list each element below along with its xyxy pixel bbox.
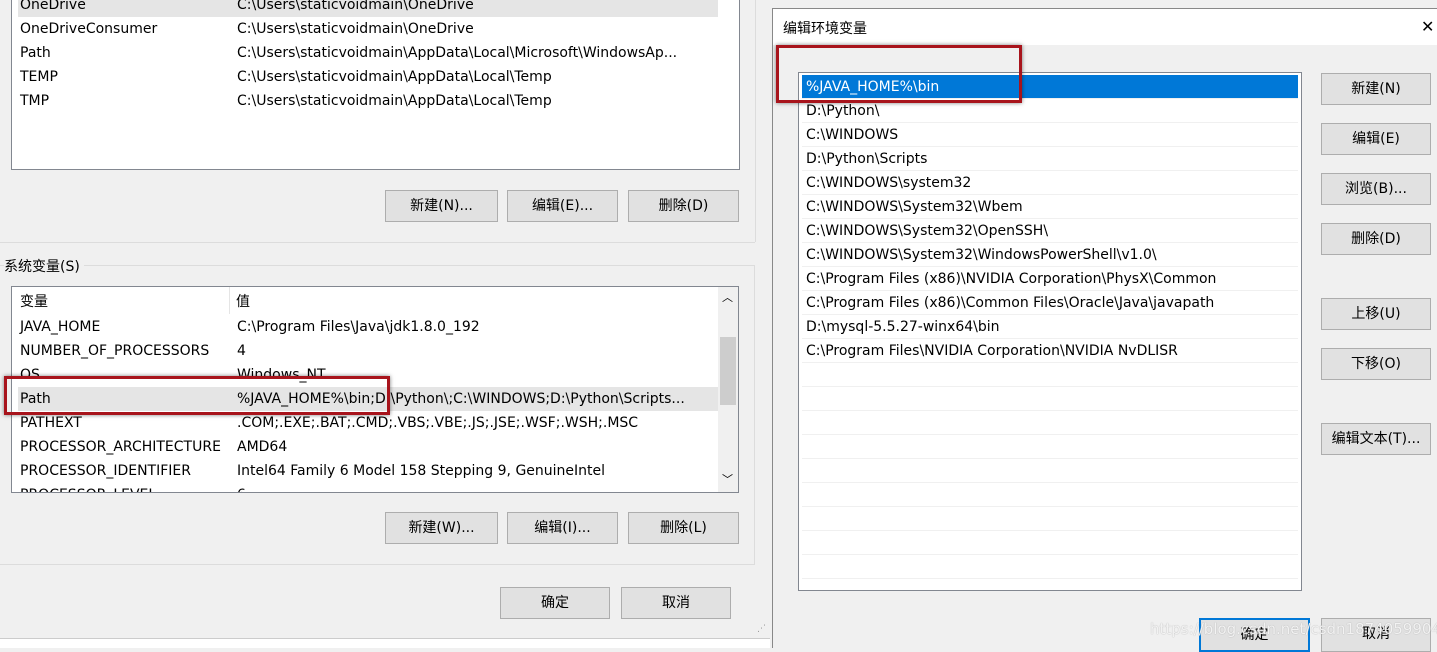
move-up-button[interactable]: 上移(U) [1321,298,1431,330]
var-value: 4 [237,343,246,359]
path-item[interactable]: C:\Program Files (x86)\Common Files\Orac… [802,291,1298,315]
table-row[interactable]: NUMBER_OF_PROCESSORS 4 [18,339,718,363]
empty-row[interactable] [802,411,1298,435]
var-value: C:\Users\staticvoidmain\AppData\Local\Te… [237,93,552,109]
path-item[interactable]: C:\WINDOWS [802,123,1298,147]
path-list[interactable]: %JAVA_HOME%\bin D:\Python\ C:\WINDOWS D:\Py… [798,72,1302,591]
var-name: PROCESSOR_IDENTIFIER [20,463,191,479]
empty-row[interactable] [802,555,1298,579]
user-delete-button[interactable]: 删除(D) [628,190,739,222]
system-edit-button[interactable]: 编辑(I)... [507,512,618,544]
scrollbar[interactable]: ︿ ﹀ [718,287,738,492]
table-row[interactable]: Path C:\Users\staticvoidmain\AppData\Loca… [18,41,718,65]
path-item[interactable]: C:\Program Files\NVIDIA Corporation\NVID… [802,339,1298,363]
var-name: NUMBER_OF_PROCESSORS [20,343,210,359]
groupbox-border [755,0,756,242]
table-row[interactable]: TEMP C:\Users\staticvoidmain\AppData\Loca… [18,65,718,89]
var-name: TMP [20,93,50,109]
var-name: PROCESSOR_LEVEL [20,483,156,492]
var-value: C:\Users\staticvoidmain\AppData\Local\Mi… [237,45,678,61]
var-name: TEMP [20,69,58,85]
edit-button[interactable]: 编辑(E) [1321,123,1431,155]
path-item[interactable]: D:\Python\Scripts [802,147,1298,171]
table-row[interactable]: PROCESSOR_LEVEL 6 [18,483,718,492]
dialog-title: 编辑环境变量 [783,21,867,37]
watermark: https://blog.csdn.net/csdn18740599042 [1150,620,1437,638]
var-value: C:\Users\staticvoidmain\OneDrive [237,0,474,13]
var-value: 6 [237,483,246,492]
cancel-button[interactable]: 取消 [621,587,731,619]
header-divider [229,287,230,314]
resize-grip-icon[interactable]: ⋰ [757,624,766,634]
system-variables-label: 系统变量(S) [4,256,84,276]
highlight-box-java-home [776,45,1022,103]
title-bar: 编辑环境变量 ✕ [773,9,1437,45]
path-item[interactable]: C:\WINDOWS\system32 [802,171,1298,195]
empty-row[interactable] [802,363,1298,387]
highlight-box-path [4,376,390,415]
empty-row[interactable] [802,531,1298,555]
path-item[interactable]: D:\mysql-5.5.27-winx64\bin [802,315,1298,339]
empty-row[interactable] [802,435,1298,459]
var-name: Path [20,45,51,61]
table-row[interactable]: TMP C:\Users\staticvoidmain\AppData\Local… [18,89,718,113]
scroll-down-icon[interactable]: ﹀ [722,471,733,487]
table-row[interactable]: OneDrive C:\Users\staticvoidmain\OneDrive [18,0,718,17]
var-name: JAVA_HOME [20,319,101,335]
move-down-button[interactable]: 下移(O) [1321,348,1431,380]
path-item[interactable]: C:\Program Files (x86)\NVIDIA Corporatio… [802,267,1298,291]
close-icon[interactable]: ✕ [1421,17,1434,36]
edit-env-dialog: 编辑环境变量 ✕ %JAVA_HOME%\bin D:\Python\ C:\WIN… [772,8,1437,652]
ok-button[interactable]: 确定 [500,587,610,619]
user-new-button[interactable]: 新建(N)... [385,190,498,222]
var-value: C:\Program Files\Java\jdk1.8.0_192 [237,319,480,335]
var-name: OneDriveConsumer [20,21,158,37]
edit-text-button[interactable]: 编辑文本(T)... [1321,423,1431,455]
system-delete-button[interactable]: 删除(L) [628,512,739,544]
empty-row[interactable] [802,483,1298,507]
path-item[interactable]: C:\WINDOWS\System32\OpenSSH\ [802,219,1298,243]
list-header: 变量 值 [12,287,717,314]
browse-button[interactable]: 浏览(B)... [1321,173,1431,205]
bottom-strip [0,638,770,648]
path-item[interactable]: C:\WINDOWS\System32\Wbem [802,195,1298,219]
var-value: AMD64 [237,439,288,455]
path-item[interactable]: C:\WINDOWS\System32\WindowsPowerShell\v1… [802,243,1298,267]
scroll-thumb[interactable] [720,337,736,405]
system-new-button[interactable]: 新建(W)... [385,512,498,544]
user-variables-list[interactable]: OneDrive C:\Users\staticvoidmain\OneDrive… [11,0,740,170]
var-value: C:\Users\staticvoidmain\AppData\Local\Te… [237,69,552,85]
table-row[interactable]: OneDriveConsumer C:\Users\staticvoidmain\… [18,17,718,41]
header-name[interactable]: 变量 [20,291,48,311]
var-value: C:\Users\staticvoidmain\OneDrive [237,21,474,37]
var-name: PROCESSOR_ARCHITECTURE [20,439,221,455]
var-name: OneDrive [20,0,86,13]
groupbox-border [0,242,755,243]
table-row[interactable]: JAVA_HOME C:\Program Files\Java\jdk1.8.0_… [18,315,718,339]
empty-row[interactable] [802,507,1298,531]
empty-row[interactable] [802,459,1298,483]
environment-variables-window: OneDrive C:\Users\staticvoidmain\OneDrive… [0,0,770,648]
delete-button[interactable]: 删除(D) [1321,223,1431,255]
new-button[interactable]: 新建(N) [1321,73,1431,105]
empty-row[interactable] [802,387,1298,411]
header-value[interactable]: 值 [236,291,250,311]
scroll-up-icon[interactable]: ︿ [722,289,733,305]
table-row[interactable]: PROCESSOR_IDENTIFIER Intel64 Family 6 Mod… [18,459,718,483]
var-value: Intel64 Family 6 Model 158 Stepping 9, G… [237,463,606,479]
table-row[interactable]: PROCESSOR_ARCHITECTURE AMD64 [18,435,718,459]
user-edit-button[interactable]: 编辑(E)... [507,190,618,222]
